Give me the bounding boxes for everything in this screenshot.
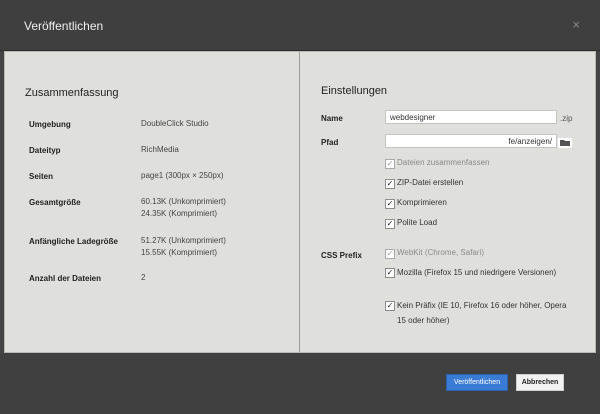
path-input[interactable]: fe/anzeigen/ [385, 134, 557, 148]
check-icon[interactable]: ✓ [385, 301, 395, 311]
summary-label-ladegroesse: Anfängliche Ladegröße [29, 237, 118, 246]
settings-title: Einstellungen [321, 85, 388, 97]
summary-value-seiten: page1 (300px × 250px) [141, 171, 224, 180]
check-icon[interactable]: ✓ [385, 179, 395, 189]
option-dateien-zusammenfassen[interactable]: ✓ Dateien zusammenfassen [385, 155, 490, 170]
summary-value-gesamtgroesse-1: 60.13K (Unkomprimiert) [141, 197, 226, 206]
dialog-title: Veröffentlichen [24, 19, 104, 33]
summary-value-anzahl: 2 [141, 273, 146, 282]
option-label: Dateien zusammenfassen [397, 158, 490, 167]
dialog-titlebar: Veröffentlichen × [0, 0, 600, 51]
dialog-footer [0, 353, 600, 414]
css-prefix-label: CSS Prefix [321, 251, 362, 260]
publish-button[interactable]: Veröffentlichen [446, 374, 508, 391]
check-icon[interactable]: ✓ [385, 199, 395, 209]
check-icon[interactable]: ✓ [385, 249, 395, 259]
summary-label-seiten: Seiten [29, 172, 54, 181]
summary-label-dateityp: Dateityp [29, 146, 61, 155]
option-polite-load[interactable]: ✓ Polite Load [385, 215, 437, 230]
check-icon[interactable]: ✓ [385, 268, 395, 278]
summary-value-ladegroesse-1: 51.27K (Unkomprimiert) [141, 236, 226, 245]
summary-title: Zusammenfassung [25, 87, 119, 99]
check-icon[interactable]: ✓ [385, 219, 395, 229]
option-label: Komprimieren [397, 198, 447, 207]
cancel-button[interactable]: Abbrechen [516, 374, 564, 391]
path-label: Pfad [321, 138, 339, 147]
close-icon[interactable]: × [572, 17, 580, 32]
name-suffix: .zip [560, 114, 573, 123]
css-option-webkit[interactable]: ✓ WebKit (Chrome, Safari) [385, 245, 484, 260]
check-icon[interactable]: ✓ [385, 159, 395, 169]
publish-dialog: Veröffentlichen × Zusammenfassung Umgebu… [0, 0, 600, 414]
name-input[interactable] [385, 110, 557, 124]
css-option-kein-praefix[interactable]: ✓ Kein Präfix (IE 10, Firefox 16 oder höh… [385, 298, 567, 328]
summary-value-dateityp: RichMedia [141, 145, 179, 154]
summary-value-umgebung: DoubleClick Studio [141, 119, 209, 128]
summary-label-gesamtgroesse: Gesamtgröße [29, 198, 81, 207]
option-komprimieren[interactable]: ✓ Komprimieren [385, 195, 447, 210]
css-option-label: WebKit (Chrome, Safari) [397, 248, 484, 257]
option-label: Polite Load [397, 218, 438, 227]
summary-value-ladegroesse-2: 15.55K (Komprimiert) [141, 248, 218, 257]
summary-label-umgebung: Umgebung [29, 120, 71, 129]
option-label: ZIP-Datei erstellen [397, 178, 464, 187]
summary-value-gesamtgroesse-2: 24.35K (Komprimiert) [141, 209, 218, 218]
summary-label-anzahl: Anzahl der Dateien [29, 274, 102, 283]
option-zip-erstellen[interactable]: ✓ ZIP-Datei erstellen [385, 175, 463, 190]
folder-icon[interactable] [556, 136, 574, 150]
css-option-mozilla[interactable]: ✓ Mozilla (Firefox 15 und niedrigere Vers… [385, 265, 567, 280]
name-label: Name [321, 114, 343, 123]
css-option-label: Mozilla (Firefox 15 und niedrigere Versi… [397, 268, 557, 277]
css-option-label: Kein Präfix (IE 10, Firefox 16 oder höhe… [397, 301, 567, 325]
column-divider [299, 52, 300, 352]
